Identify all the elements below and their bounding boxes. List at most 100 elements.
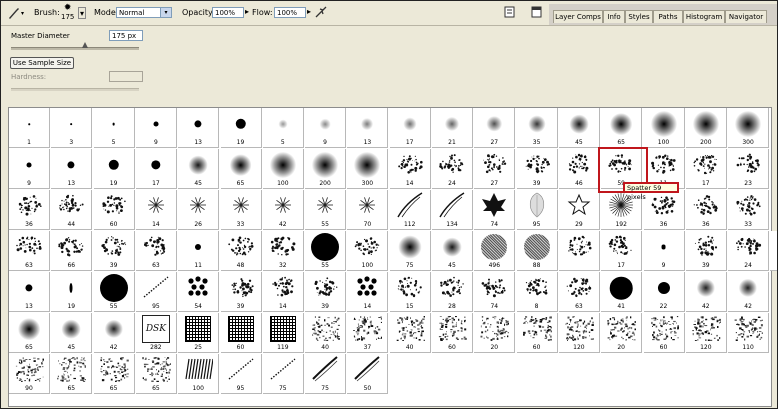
brush-preset[interactable]: 60	[93, 190, 135, 230]
brush-preset[interactable]: 9	[135, 108, 177, 148]
brush-preset[interactable]: 65	[601, 108, 643, 148]
brush-preset[interactable]: 24	[728, 231, 770, 271]
brush-preset[interactable]: 100	[262, 149, 304, 189]
brush-preset[interactable]: 3	[51, 108, 93, 148]
brush-preset[interactable]: 22	[643, 272, 685, 312]
brush-preset[interactable]: 33	[220, 190, 262, 230]
brush-preset[interactable]: 5	[770, 231, 777, 271]
brush-preset[interactable]: 65	[220, 149, 262, 189]
brush-preset[interactable]: 45	[51, 313, 93, 353]
brush-preset[interactable]: 24	[432, 149, 473, 189]
brush-preset[interactable]: 11	[178, 231, 220, 271]
brush-preset[interactable]: 45	[558, 108, 600, 148]
brush-preset[interactable]: 60	[432, 313, 473, 353]
brush-preset[interactable]: 46	[558, 149, 600, 189]
brush-preset[interactable]: 42	[93, 313, 135, 353]
brush-preset[interactable]: 25	[178, 313, 220, 353]
brush-preset[interactable]: 134	[432, 190, 473, 230]
brush-preset[interactable]: 13	[51, 149, 93, 189]
brush-preset[interactable]: 32	[262, 231, 304, 271]
brush-preset[interactable]: 95	[220, 354, 262, 394]
brush-preset[interactable]	[558, 231, 600, 271]
brush-preset[interactable]: 14	[262, 272, 304, 312]
tab-layer-comps[interactable]: Layer Comps	[553, 10, 603, 23]
brush-preset[interactable]: 14	[389, 149, 431, 189]
palette-toggle-icon[interactable]	[531, 6, 542, 18]
brush-preset[interactable]: 39	[93, 231, 135, 271]
brush-preset[interactable]: 65	[135, 354, 177, 394]
brush-preset[interactable]: 15	[389, 272, 431, 312]
brush-preset[interactable]: 37	[347, 313, 389, 353]
brush-preset[interactable]: 63	[558, 272, 600, 312]
brush-preset[interactable]: 26	[178, 190, 220, 230]
brush-preset[interactable]: 33	[728, 190, 770, 230]
brush-preset[interactable]: 39	[516, 149, 558, 189]
brush-preset[interactable]: 60	[643, 313, 685, 353]
brush-preset[interactable]: 120	[558, 313, 600, 353]
brush-preset[interactable]: 60	[516, 313, 558, 353]
brush-preset[interactable]: 39	[220, 272, 262, 312]
brush-preset[interactable]: 100	[347, 231, 389, 271]
brush-preset[interactable]: 13	[9, 272, 50, 312]
brush-preset[interactable]: 95	[516, 190, 558, 230]
brush-preset[interactable]: 42	[685, 272, 727, 312]
brush-preset[interactable]: 75	[389, 231, 431, 271]
brush-preset[interactable]: 88	[516, 231, 558, 271]
brush-preset[interactable]: 63	[9, 231, 50, 271]
brush-preset[interactable]: 19	[220, 108, 262, 148]
brush-preset[interactable]: 70	[347, 190, 389, 230]
brush-preset-picker[interactable]: ✹ 175	[61, 3, 74, 21]
brush-preset[interactable]: 17	[389, 108, 431, 148]
mode-select[interactable]: Normal ▾	[116, 7, 172, 18]
tab-info[interactable]: Info	[603, 10, 625, 23]
brush-preset[interactable]: 200	[685, 108, 727, 148]
brush-preset[interactable]: 65	[9, 313, 50, 353]
brush-preset[interactable]: 110	[728, 313, 770, 353]
brush-preset[interactable]: 55	[93, 272, 135, 312]
brush-preset[interactable]: 5	[93, 108, 135, 148]
brush-preset[interactable]: 20	[601, 313, 643, 353]
brush-preset[interactable]: 42	[728, 272, 770, 312]
master-diameter-slider[interactable]	[11, 47, 139, 50]
brush-preset[interactable]: 23	[728, 149, 770, 189]
brush-preset[interactable]: 40	[389, 313, 431, 353]
brush-preset[interactable]: 19	[51, 272, 93, 312]
brush-preset[interactable]: 42	[262, 190, 304, 230]
brush-preset[interactable]: 90	[9, 354, 50, 394]
brush-preset[interactable]: 66	[51, 231, 93, 271]
brush-preset[interactable]: 9	[305, 108, 347, 148]
brush-preset[interactable]: 60	[220, 313, 262, 353]
flow-input[interactable]: 100%	[274, 7, 306, 18]
brush-preset[interactable]: 28	[432, 272, 473, 312]
brush-preset[interactable]: DSK 282	[135, 313, 177, 353]
tab-styles[interactable]: Styles	[625, 10, 653, 23]
brush-preset[interactable]: 74	[474, 272, 516, 312]
brush-picker-dropdown-icon[interactable]: ▾	[78, 7, 86, 19]
brush-preset[interactable]: 200	[305, 149, 347, 189]
brush-preset[interactable]: 112	[389, 190, 431, 230]
brush-preset[interactable]: 17	[685, 149, 727, 189]
brush-preset[interactable]: 17	[601, 231, 643, 271]
master-diameter-slider-thumb[interactable]	[82, 42, 89, 48]
brush-preset[interactable]: 20	[474, 313, 516, 353]
tab-paths[interactable]: Paths	[653, 10, 683, 23]
brush-preset[interactable]: 27	[474, 149, 516, 189]
brush-preset[interactable]: 63	[135, 231, 177, 271]
brush-preset[interactable]: 45	[432, 231, 473, 271]
brush-preset[interactable]: 300	[347, 149, 389, 189]
brush-preset[interactable]: 29	[558, 190, 600, 230]
brush-preset[interactable]: 55	[305, 190, 347, 230]
brush-preset[interactable]: 75	[262, 354, 304, 394]
brush-preset[interactable]: 27	[474, 108, 516, 148]
brush-preset[interactable]: 9	[9, 149, 50, 189]
brush-preset[interactable]: 13	[347, 108, 389, 148]
brush-preset[interactable]: 19	[93, 149, 135, 189]
opacity-input[interactable]: 100%	[212, 7, 244, 18]
brush-preset[interactable]: 36	[643, 190, 685, 230]
brush-preset[interactable]: 5	[262, 108, 304, 148]
brush-preset[interactable]: 65	[93, 354, 135, 394]
brush-preset[interactable]: 74	[474, 190, 516, 230]
brush-preset[interactable]: 120	[685, 313, 727, 353]
hardness-slider[interactable]	[11, 88, 139, 91]
brush-preset[interactable]: 1	[9, 108, 50, 148]
